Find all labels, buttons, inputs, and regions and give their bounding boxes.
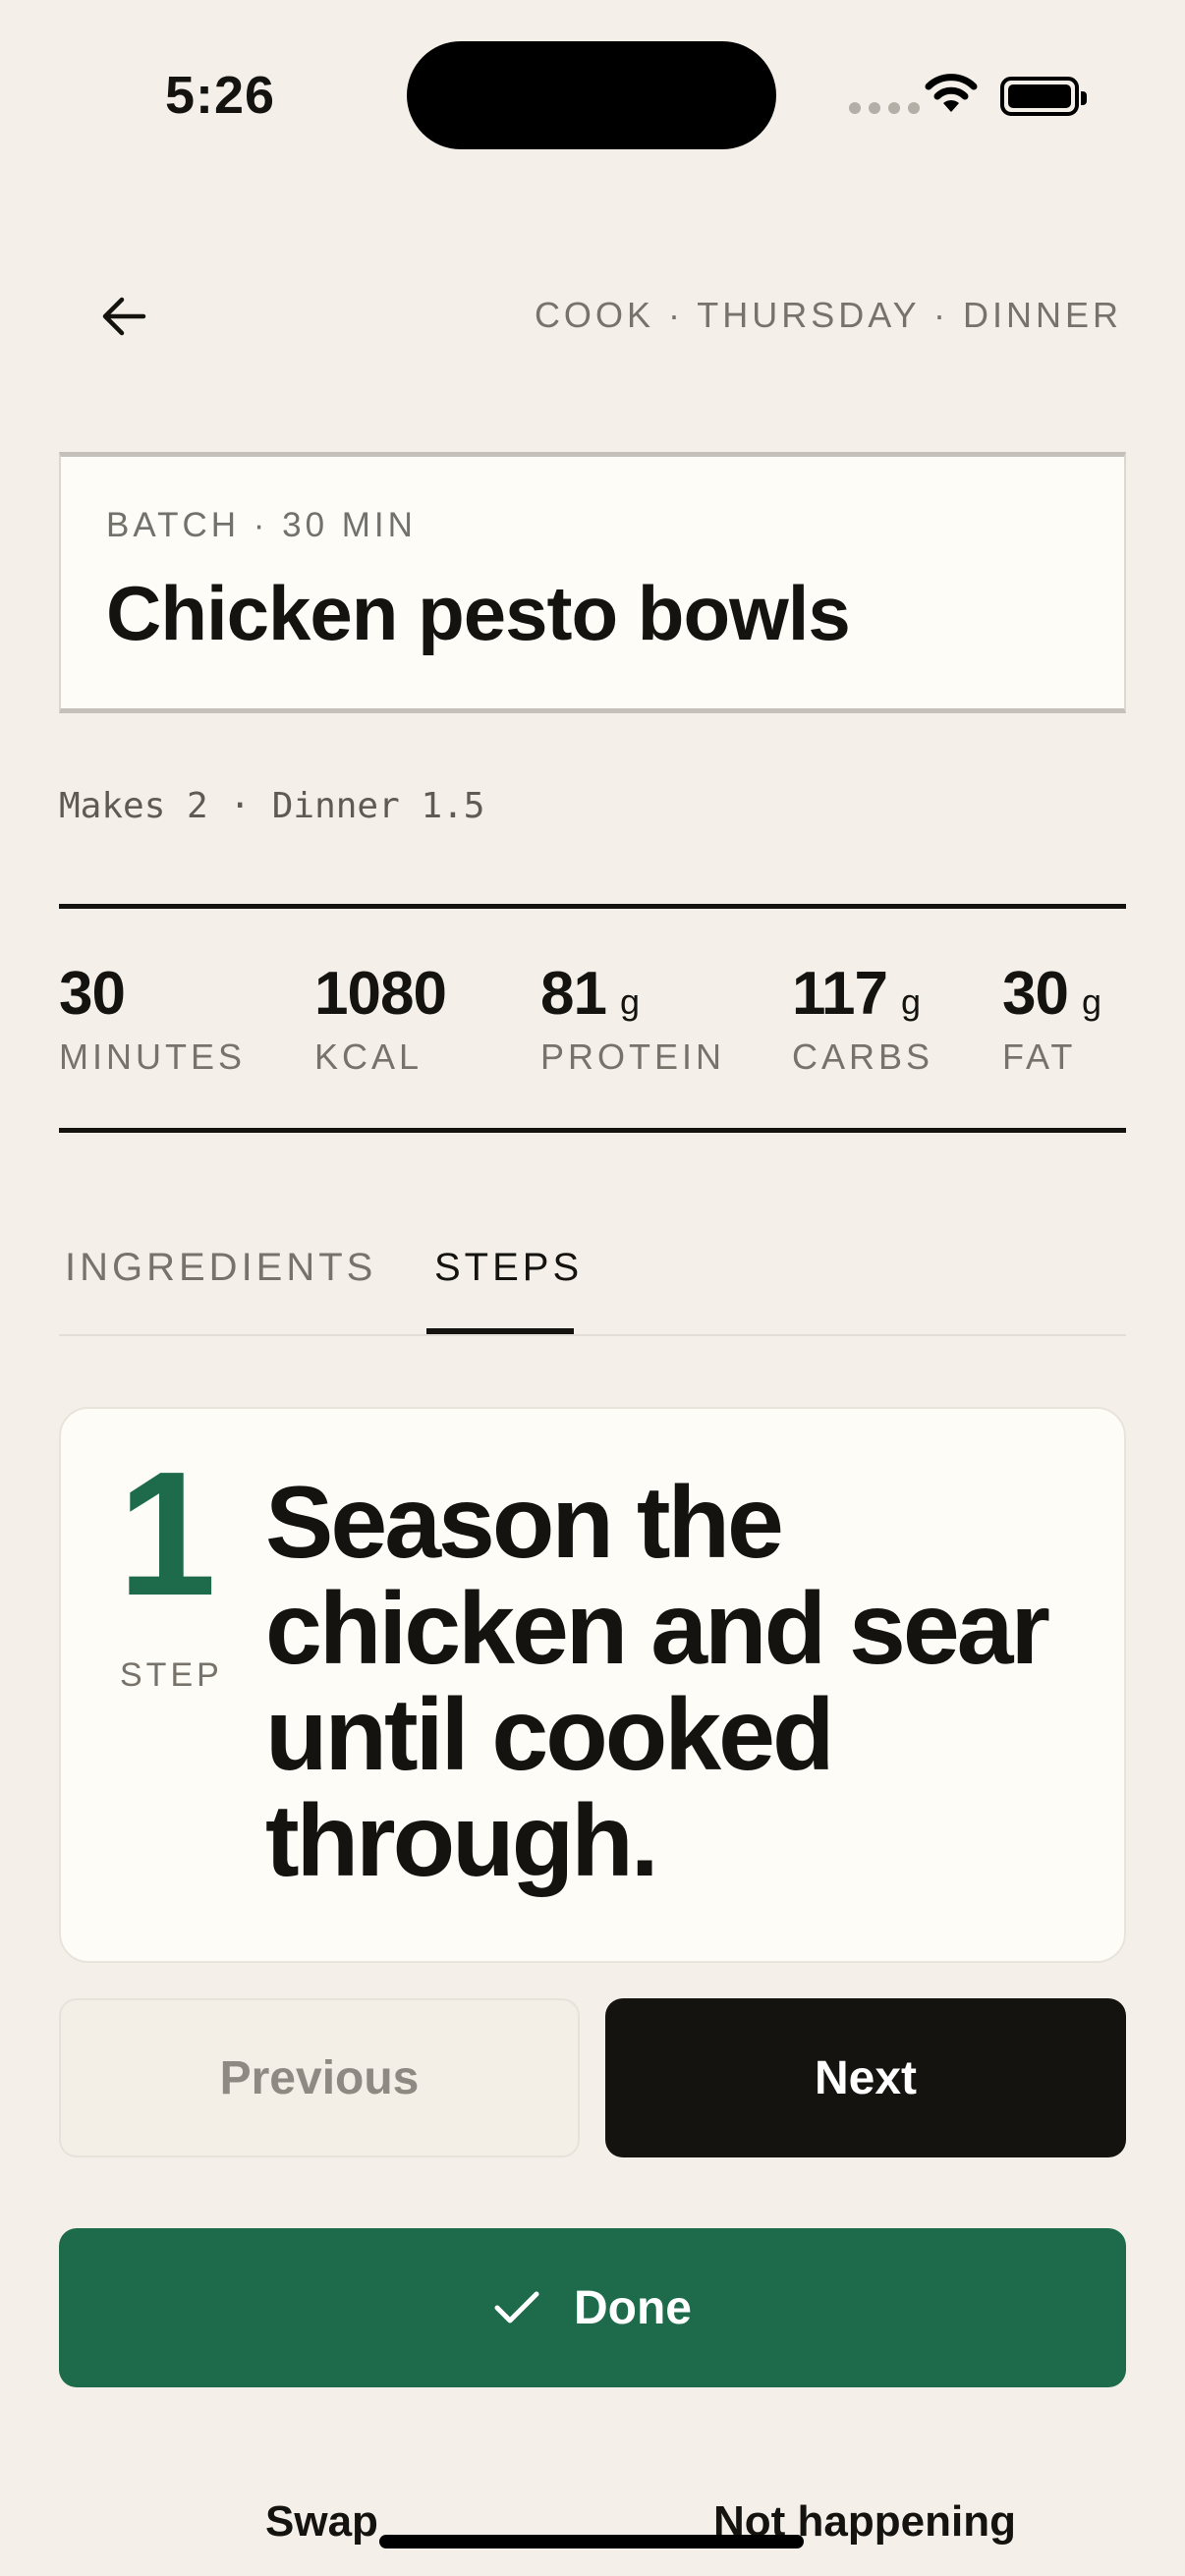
servings-info: Makes 2 · Dinner 1.5 [59, 786, 485, 826]
stat-value: 30 [59, 960, 126, 1028]
stat-label: KCAL [314, 1036, 423, 1077]
stat-carbs: 117 g CARBS [792, 959, 933, 1078]
home-indicator [379, 2535, 804, 2548]
stat-label: CARBS [792, 1036, 934, 1077]
previous-button-label: Previous [219, 2051, 420, 2104]
stat-value: 1080 [314, 960, 447, 1028]
stats-top-rule [59, 904, 1126, 909]
stat-value: 81 [540, 960, 607, 1028]
stat-unit: g [619, 981, 640, 1022]
stat-kcal: 1080 KCAL [314, 959, 447, 1078]
step-card: 1 STEP Season the chicken and sear until… [59, 1407, 1126, 1963]
status-time: 5:26 [165, 66, 276, 125]
recipe-meta: BATCH · 30 MIN [106, 506, 417, 544]
step-number: 1 [118, 1435, 217, 1633]
stat-unit: g [901, 981, 921, 1022]
stat-label: FAT [1002, 1036, 1077, 1077]
back-button[interactable] [94, 287, 153, 346]
stats-bottom-rule [59, 1128, 1126, 1133]
recipe-title-card: BATCH · 30 MIN Chicken pesto bowls [59, 452, 1126, 713]
recipe-title: Chicken pesto bowls [106, 570, 851, 656]
stat-unit: g [1081, 981, 1101, 1022]
swap-link[interactable]: Swap [265, 2497, 378, 2547]
battery-icon [1000, 77, 1087, 116]
previous-button[interactable]: Previous [59, 1998, 580, 2157]
next-button[interactable]: Next [605, 1998, 1126, 2157]
cellular-signal-icon [849, 102, 920, 114]
stat-value: 30 [1002, 960, 1069, 1028]
tab-ingredients[interactable]: INGREDIENTS [65, 1246, 376, 1290]
stat-label: PROTEIN [540, 1036, 726, 1077]
check-icon [494, 2291, 539, 2324]
tab-steps[interactable]: STEPS [434, 1246, 583, 1290]
done-button[interactable]: Done [59, 2228, 1126, 2387]
breadcrumb: COOK · THURSDAY · DINNER [534, 295, 1122, 335]
active-tab-indicator [426, 1328, 574, 1334]
done-button-label: Done [574, 2281, 692, 2334]
stat-protein: 81 g PROTEIN [540, 959, 725, 1078]
wifi-icon [925, 74, 978, 112]
dynamic-island [407, 41, 776, 149]
arrow-left-icon [102, 297, 146, 336]
stat-fat: 30 g FAT [1002, 959, 1101, 1078]
stat-value: 117 [792, 960, 888, 1028]
step-label: STEP [120, 1656, 223, 1694]
stat-label: MINUTES [59, 1036, 246, 1077]
tab-divider [59, 1334, 1126, 1336]
next-button-label: Next [814, 2051, 918, 2104]
step-instruction: Season the chicken and sear until cooked… [265, 1466, 1050, 1898]
stat-minutes: 30 MINUTES [59, 959, 246, 1078]
